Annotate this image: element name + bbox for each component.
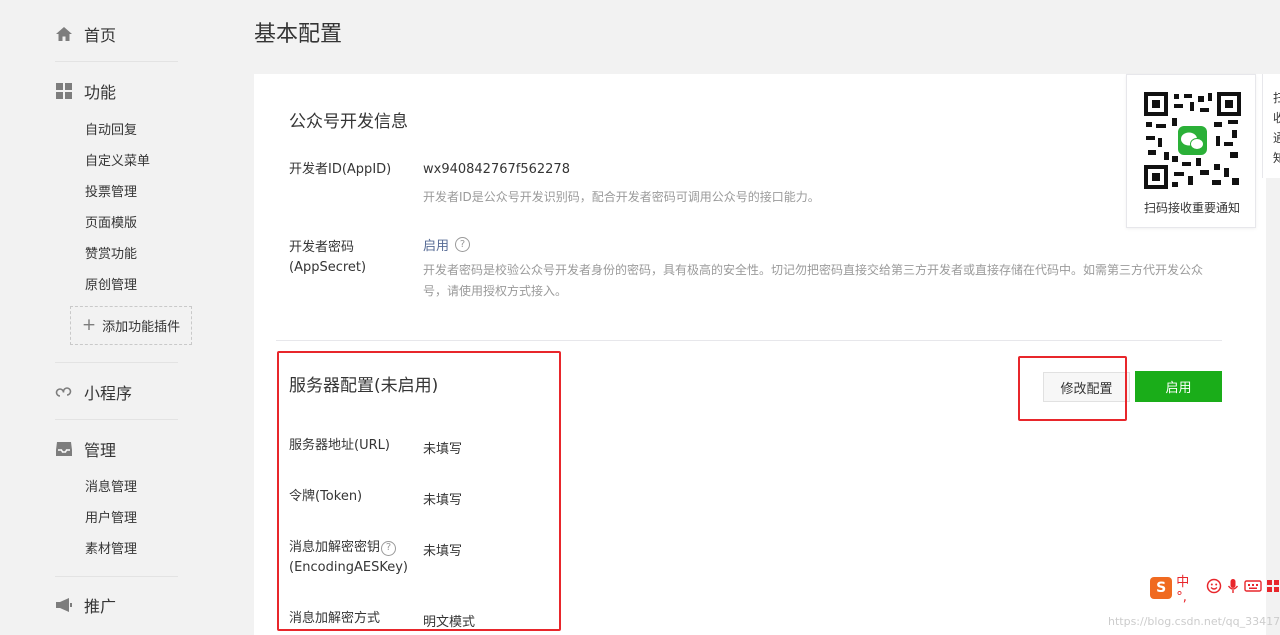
aes-label-2: (EncodingAESKey) [289,560,408,575]
nav-home-label: 首页 [84,26,117,45]
section-divider [276,340,1222,341]
mode-label: 消息加解密方式 [289,611,381,626]
appid-label: 开发者ID(AppID) [289,162,392,177]
ime-mode-text[interactable]: 中 °, [1176,571,1202,605]
secret-desc-2: 号，请使用授权方式接入。 [423,284,568,298]
page-title: 基本配置 [254,22,343,47]
help-icon[interactable]: ? [381,540,397,556]
server-config-title: 服务器配置(未启用) [289,376,439,396]
sidebar: 首页 功能 自动回复 自定义菜单 投票管理 页面模版 赞赏功能 原创管理 + 添… [0,0,222,635]
aes-label-row: 消息加解密密钥 ? [289,538,397,558]
nav-manage-label: 管理 [84,441,117,460]
secret-enable-label: 启用 [423,239,450,254]
dev-info-title: 公众号开发信息 [289,112,408,132]
qr-panel: 扫码接收重要通知 [1126,74,1256,228]
divider [55,362,178,363]
appid-value: wx940842767f562278 [423,162,570,177]
divider [55,61,178,62]
config-card: 公众号开发信息 开发者ID(AppID) wx940842767f562278 … [254,74,1266,635]
nav-function[interactable]: 功能 [55,79,180,103]
sidebar-item-original[interactable]: 原创管理 [85,274,137,293]
aes-label-1: 消息加解密密钥 [289,540,381,555]
token-value: 未填写 [423,493,463,508]
sidebar-item-reward[interactable]: 赞赏功能 [85,243,137,262]
ime-logo[interactable]: S [1150,577,1173,599]
home-icon [55,25,73,43]
nav-manage[interactable]: 管理 [55,437,180,461]
ime-toolbar[interactable]: S 中 °, [1150,575,1280,605]
nav-promote-label: 推广 [84,597,117,616]
qr-caption: 扫码接收重要通知 [1143,201,1240,215]
miniprogram-icon [55,383,73,401]
sidebar-item-materials[interactable]: 素材管理 [85,538,137,557]
nav-miniprogram[interactable]: 小程序 [55,380,180,404]
add-plugin-label: 添加功能插件 [102,320,181,335]
keyboard-icon[interactable] [1244,579,1262,597]
emoji-icon[interactable] [1206,578,1222,598]
help-icon[interactable]: ? [455,237,471,252]
nav-miniprogram-label: 小程序 [84,384,133,403]
modify-config-button[interactable]: 修改配置 [1043,372,1130,402]
inbox-icon [55,440,73,458]
secret-desc-1: 开发者密码是校验公众号开发者身份的密码，具有极高的安全性。切记勿把密码直接交给第… [423,263,1204,277]
sidebar-item-page-template[interactable]: 页面模版 [85,212,137,231]
mode-value: 明文模式 [423,615,476,630]
sidebar-item-messages[interactable]: 消息管理 [85,476,137,495]
qr-code-icon [1144,92,1241,189]
token-label: 令牌(Token) [289,489,363,504]
microphone-icon[interactable] [1226,578,1240,598]
sidebar-item-users[interactable]: 用户管理 [85,507,137,526]
aes-value: 未填写 [423,544,463,559]
sidebar-item-auto-reply[interactable]: 自动回复 [85,119,137,138]
divider [55,576,178,577]
url-label: 服务器地址(URL) [289,438,390,453]
add-plugin-button[interactable]: + 添加功能插件 [70,306,192,345]
megaphone-icon [55,596,73,614]
nav-home[interactable]: 首页 [55,22,180,46]
plus-icon: + [81,315,97,335]
grid-menu-icon[interactable] [1266,579,1280,597]
sidebar-item-custom-menu[interactable]: 自定义菜单 [85,150,150,169]
nav-function-label: 功能 [84,83,117,102]
appid-desc: 开发者ID是公众号开发识别码，配合开发者密码可调用公众号的接口能力。 [423,190,820,204]
enable-button[interactable]: 启用 [1135,371,1222,402]
secret-label-2: (AppSecret) [289,260,367,275]
secret-enable-link[interactable]: 启用 ? [423,235,471,254]
secret-label-1: 开发者密码 [289,240,355,255]
qr-side-panel: 扫 收 通 知 [1262,74,1280,178]
grid-icon [55,82,73,100]
nav-promote[interactable]: 推广 [55,593,180,617]
url-value: 未填写 [423,442,463,457]
divider [55,419,178,420]
watermark: https://blog.csdn.net/qq_33417321 [1108,615,1280,628]
sidebar-item-vote[interactable]: 投票管理 [85,181,137,200]
